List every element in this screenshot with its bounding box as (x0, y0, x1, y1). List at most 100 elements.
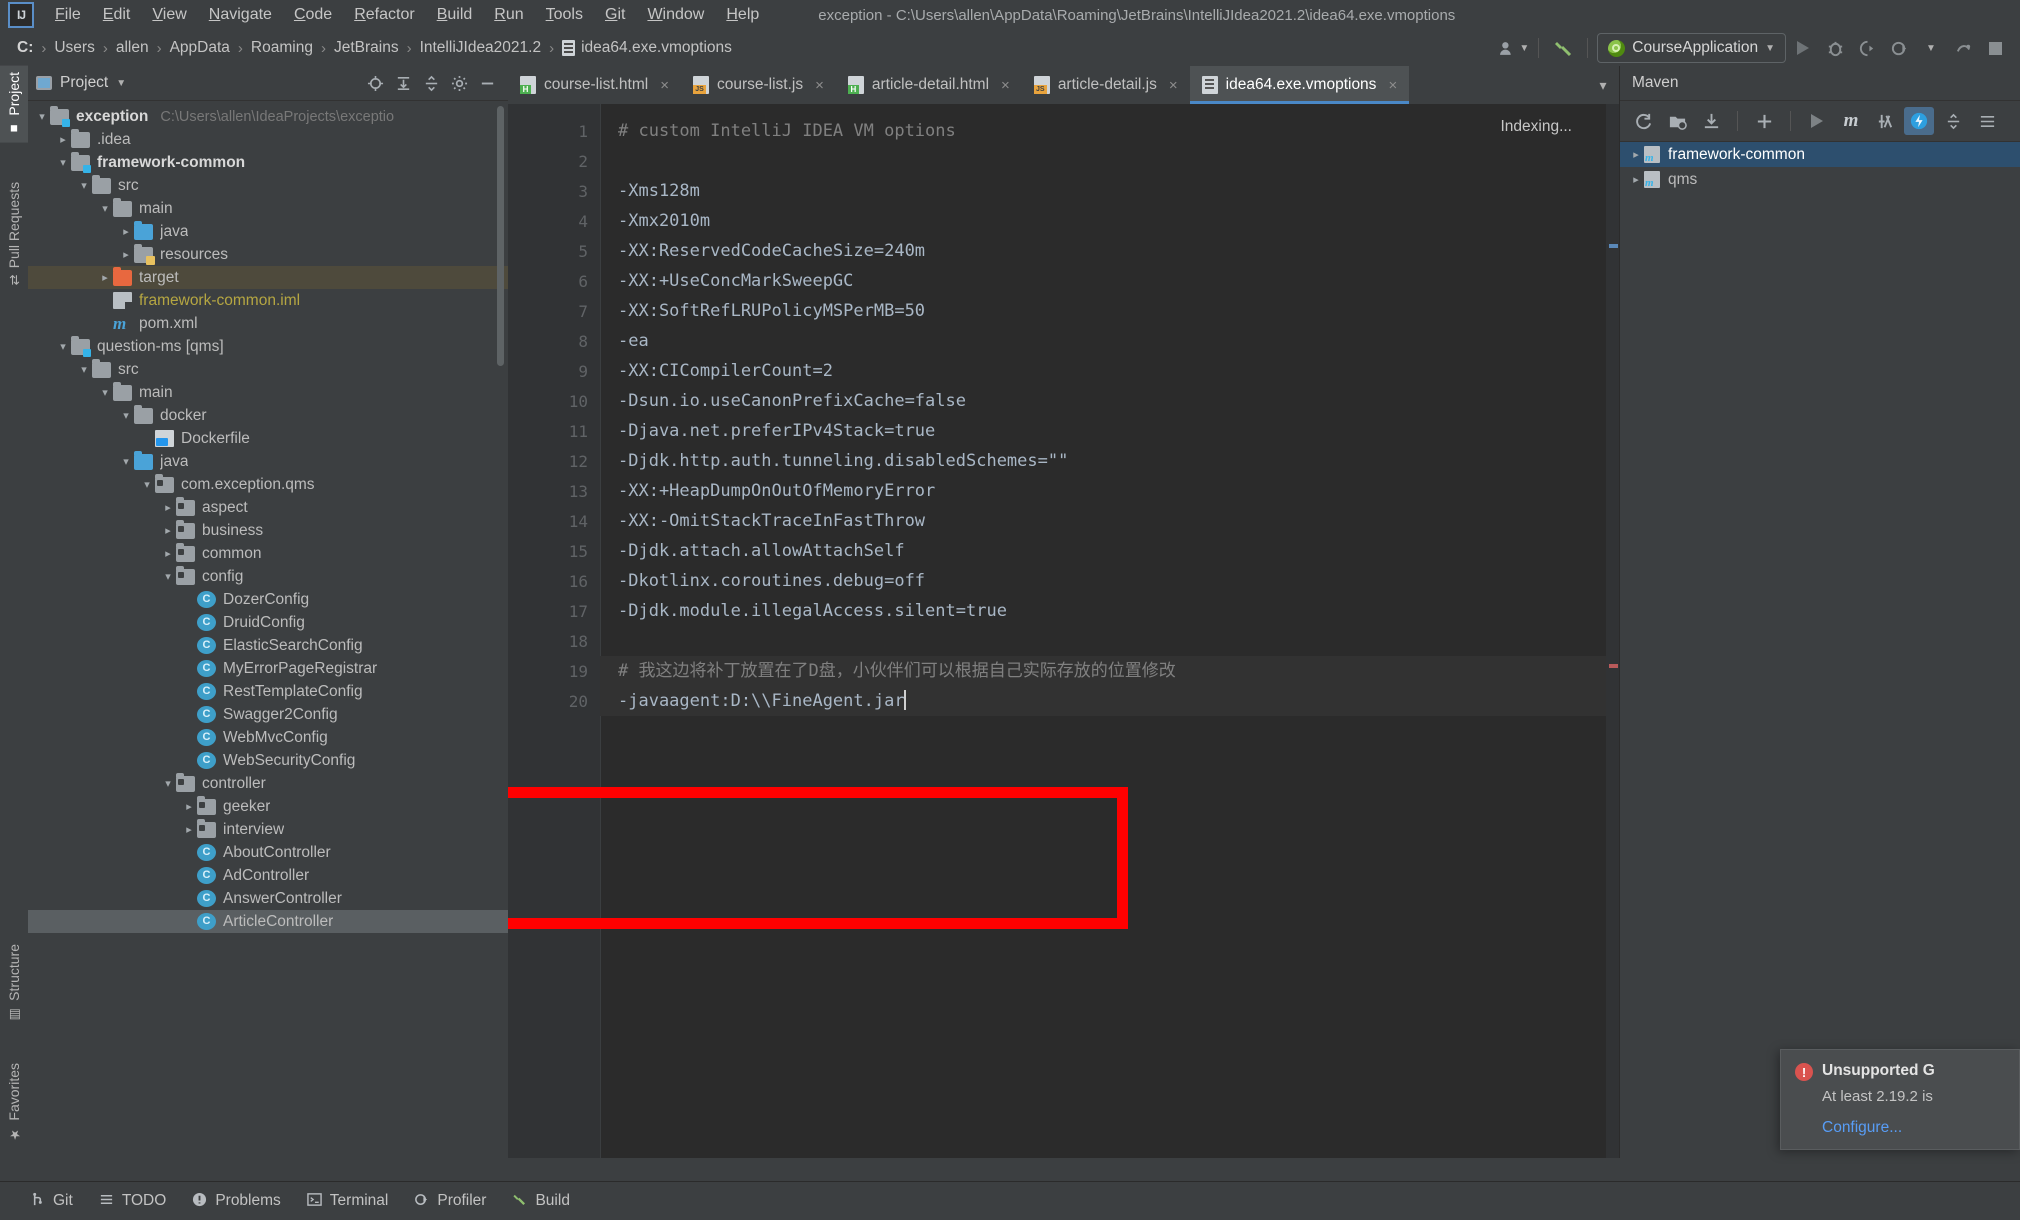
tree-node[interactable]: C RestTemplateConfig (28, 680, 508, 703)
close-icon[interactable]: × (1001, 77, 1010, 94)
chevron-right-icon[interactable]: ▸ (97, 271, 113, 284)
menu-git[interactable]: Git (594, 3, 636, 27)
code-line[interactable]: -XX:-OmitStackTraceInFastThrow (618, 506, 925, 536)
editor-tab[interactable]: course-list.js × (681, 66, 836, 104)
toggle-skip-tests-icon[interactable] (1870, 107, 1900, 135)
tree-node[interactable]: ▾ main (28, 197, 508, 220)
code-line[interactable]: -Xms128m (618, 176, 700, 206)
run-configuration-selector[interactable]: CourseApplication ▼ (1597, 33, 1786, 63)
code-line[interactable]: -XX:+UseConcMarkSweepGC (618, 266, 853, 296)
user-icon[interactable]: ▼ (1499, 34, 1529, 62)
tree-node[interactable]: C MyErrorPageRegistrar (28, 657, 508, 680)
sidebar-item-project[interactable]: ■ Project (0, 66, 28, 143)
tree-node[interactable]: C DozerConfig (28, 588, 508, 611)
maven-project-row[interactable]: ▸ qms (1620, 167, 2020, 192)
profile-button[interactable] (1884, 34, 1914, 62)
menu-window[interactable]: Window (636, 3, 715, 27)
chevron-right-icon[interactable]: ▸ (1628, 173, 1644, 186)
chevron-right-icon[interactable]: ▸ (181, 823, 197, 836)
tabs-overflow-icon[interactable]: ▾ (1586, 66, 1620, 104)
hammer-icon[interactable] (1548, 34, 1578, 62)
add-maven-project-icon[interactable] (1662, 107, 1692, 135)
collapse-all-icon[interactable] (1938, 107, 1968, 135)
tree-node[interactable]: ▾ java (28, 450, 508, 473)
attach-icon[interactable] (1948, 34, 1978, 62)
editor-tab[interactable]: idea64.exe.vmoptions × (1189, 66, 1410, 104)
menu-edit[interactable]: Edit (92, 3, 142, 27)
tree-node[interactable]: ▾ com.exception.qms (28, 473, 508, 496)
breadcrumb-item[interactable]: Users (51, 37, 97, 59)
locate-icon[interactable] (362, 71, 388, 95)
menu-tools[interactable]: Tools (535, 3, 594, 27)
chevron-right-icon[interactable]: ▸ (160, 524, 176, 537)
chevron-down-icon[interactable]: ▾ (55, 156, 71, 169)
status-todo[interactable]: TODO (99, 1192, 166, 1210)
minimize-icon[interactable] (474, 71, 500, 95)
menu-build[interactable]: Build (426, 3, 484, 27)
status-profiler[interactable]: Profiler (414, 1192, 486, 1210)
tree-node[interactable]: ▾ docker (28, 404, 508, 427)
close-icon[interactable]: × (660, 77, 669, 94)
code-line[interactable]: -Xmx2010m (618, 206, 710, 236)
status-terminal[interactable]: Terminal (307, 1192, 388, 1210)
code-line[interactable]: -XX:ReservedCodeCacheSize=240m (618, 236, 925, 266)
chevron-down-icon[interactable]: ▾ (55, 340, 71, 353)
tree-node[interactable]: ▸ .idea (28, 128, 508, 151)
tree-node[interactable]: ▸ java (28, 220, 508, 243)
gear-icon[interactable] (446, 71, 472, 95)
notification-configure-link[interactable]: Configure... (1822, 1119, 2005, 1137)
menu-run[interactable]: Run (483, 3, 534, 27)
chevron-right-icon[interactable]: ▸ (181, 800, 197, 813)
run-with-coverage-button[interactable] (1852, 34, 1882, 62)
chevron-down-icon[interactable]: ▾ (118, 409, 134, 422)
breadcrumb-item[interactable]: allen (113, 37, 152, 59)
project-panel-title[interactable]: Project ▼ (36, 74, 126, 92)
tree-node[interactable]: C DruidConfig (28, 611, 508, 634)
chevron-down-icon[interactable]: ▾ (76, 363, 92, 376)
menu-view[interactable]: View (141, 3, 197, 27)
plus-icon[interactable] (1749, 107, 1779, 135)
tree-node[interactable]: ▸ resources (28, 243, 508, 266)
code-editor[interactable]: Indexing... 1 2 3 4 5 6 7 8 9 10 11 12 13 14 15 16 17 18 1… (508, 104, 1620, 1158)
tree-node[interactable]: ▸ target (28, 266, 508, 289)
code-content[interactable]: # custom IntelliJ IDEA VM options -Xms128… (600, 104, 1620, 1158)
sidebar-item-structure[interactable]: ▤ Structure (0, 938, 28, 1028)
chevron-right-icon[interactable]: ▸ (118, 248, 134, 261)
tree-node[interactable]: ▸ common (28, 542, 508, 565)
project-file-tree[interactable]: ▾ exception C:\Users\allen\IdeaProjects\ex… (28, 100, 508, 1158)
tree-node[interactable]: ▾ question-ms [qms] (28, 335, 508, 358)
tree-node[interactable]: ▾ config (28, 565, 508, 588)
tree-node[interactable]: C AdController (28, 864, 508, 887)
status-problems[interactable]: Problems (192, 1192, 281, 1210)
tree-node[interactable]: C WebSecurityConfig (28, 749, 508, 772)
chevron-right-icon[interactable]: ▸ (1628, 148, 1644, 161)
collapse-all-icon[interactable] (418, 71, 444, 95)
close-icon[interactable]: × (815, 77, 824, 94)
breadcrumb-item[interactable]: JetBrains (331, 37, 402, 59)
code-line[interactable]: -Djdk.module.illegalAccess.silent=true (618, 596, 1007, 626)
code-line[interactable]: -ea (618, 326, 649, 356)
chevron-right-icon[interactable]: ▸ (160, 501, 176, 514)
breadcrumb-item[interactable]: IntelliJIdea2021.2 (417, 37, 545, 59)
tree-node[interactable]: C Swagger2Config (28, 703, 508, 726)
tree-node[interactable]: ▸ aspect (28, 496, 508, 519)
chevron-down-icon[interactable]: ▾ (139, 478, 155, 491)
tree-node[interactable]: ▸ interview (28, 818, 508, 841)
breadcrumb-item[interactable]: Roaming (248, 37, 316, 59)
editor-tab[interactable]: article-detail.html × (836, 66, 1022, 104)
menu-refactor[interactable]: Refactor (343, 3, 425, 27)
chevron-right-icon[interactable]: ▸ (160, 547, 176, 560)
sidebar-item-pull-requests[interactable]: ⇄ Pull Requests (0, 176, 28, 291)
tree-node[interactable]: C AboutController (28, 841, 508, 864)
breadcrumb-item[interactable]: AppData (167, 37, 233, 59)
tree-node[interactable]: ▾ exception C:\Users\allen\IdeaProjects\ex… (28, 105, 508, 128)
sidebar-item-favorites[interactable]: ★ Favorites (0, 1057, 28, 1148)
toggle-offline-icon[interactable] (1904, 107, 1934, 135)
editor-scrollbar[interactable] (1606, 104, 1620, 1158)
reload-icon[interactable] (1628, 107, 1658, 135)
maven-goal-icon[interactable]: m (1836, 107, 1866, 135)
tree-node[interactable]: C WebMvcConfig (28, 726, 508, 749)
chevron-right-icon[interactable]: ▸ (55, 133, 71, 146)
breadcrumb-item[interactable]: idea64.exe.vmoptions (559, 37, 735, 59)
chevron-down-icon[interactable]: ▾ (76, 179, 92, 192)
